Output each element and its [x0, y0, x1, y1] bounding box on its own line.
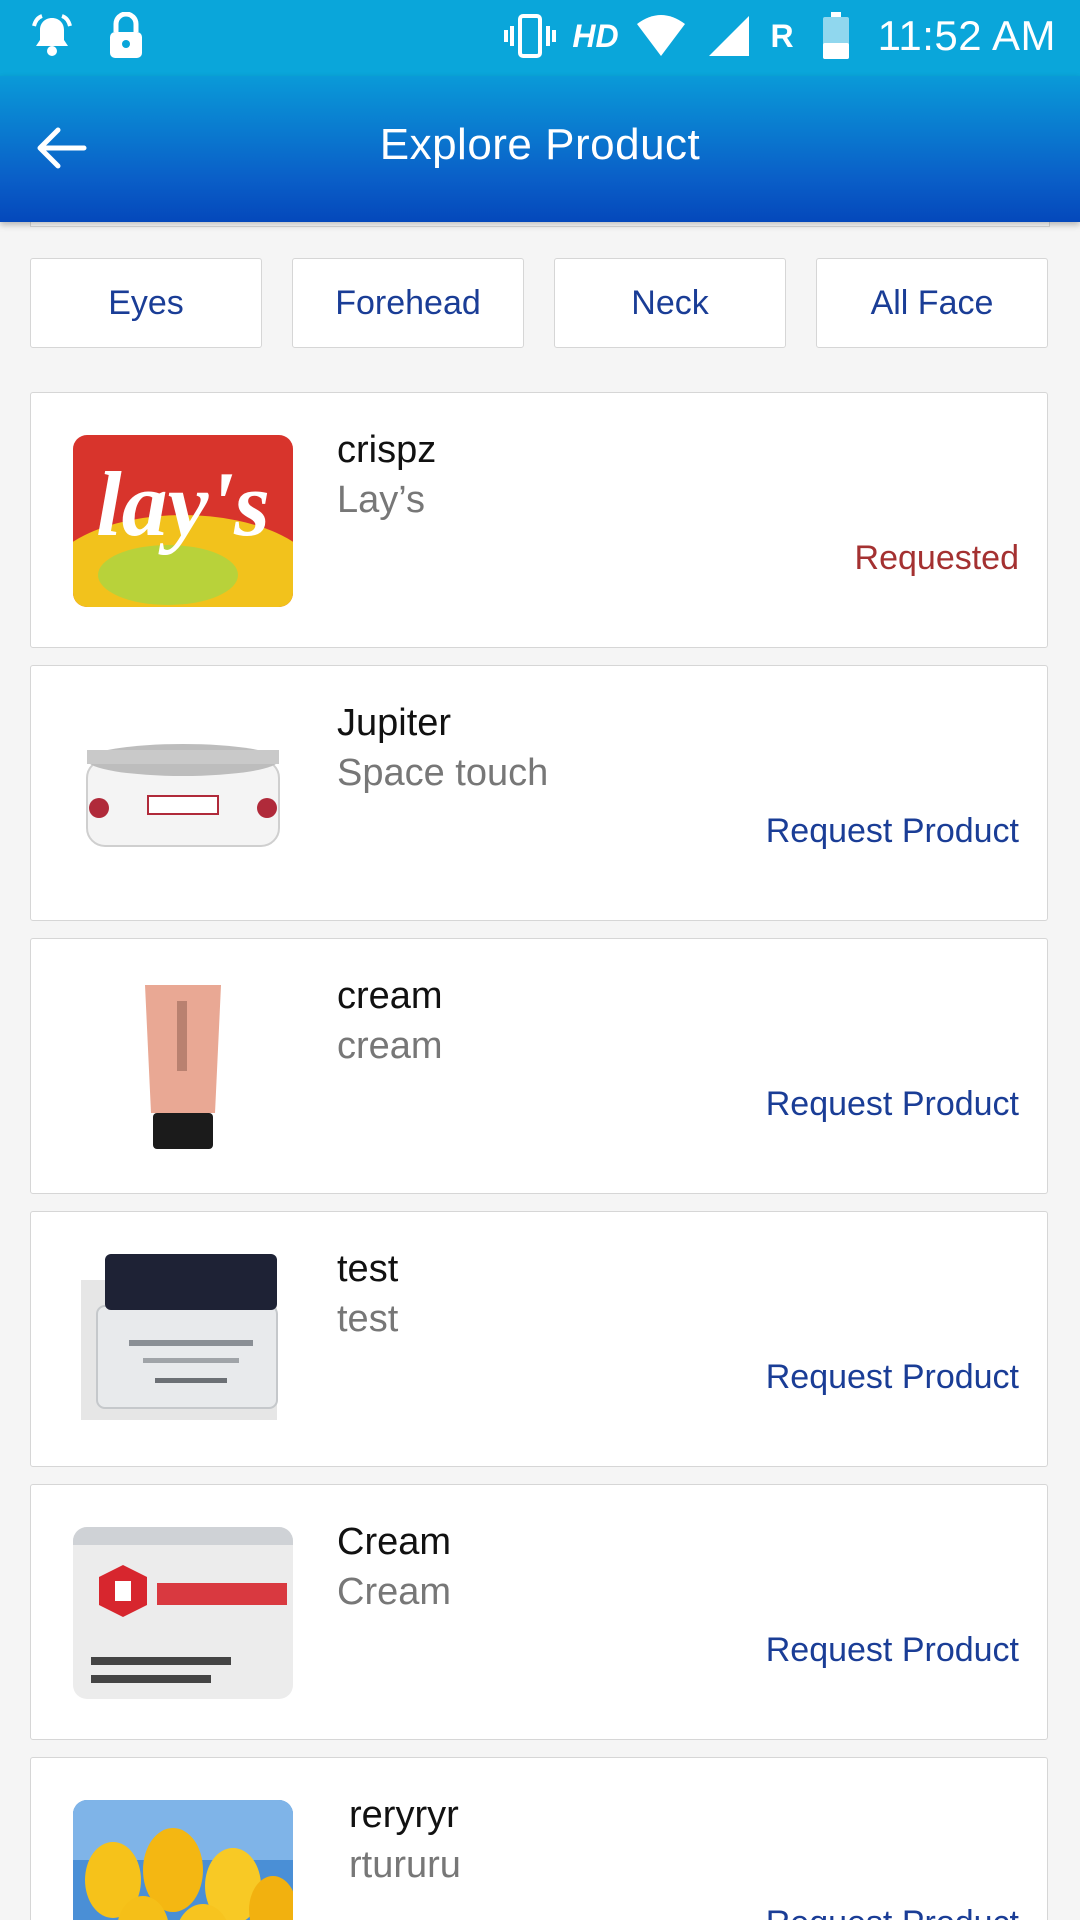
alarm-icon [26, 10, 78, 62]
roaming-label: R [770, 17, 794, 54]
product-name: test [337, 1248, 399, 1290]
router-box-thumbnail [73, 1527, 293, 1699]
signal-icon [703, 10, 755, 62]
filter-all-face[interactable]: All Face [816, 258, 1048, 348]
requested-status: Requested [854, 539, 1019, 577]
page-title: Explore Product [379, 120, 701, 169]
product-list-area[interactable]: Eyes Forehead Neck All Face lay's crispz… [0, 222, 1080, 1920]
wifi-icon [635, 10, 687, 62]
product-card[interactable]: cream cream Request Product [30, 938, 1048, 1194]
clock: 11:52 AM [877, 12, 1056, 59]
product-card[interactable]: lay's crispz Lay’s Requested [30, 392, 1048, 648]
previous-card-edge [30, 222, 1050, 227]
product-name: Jupiter [337, 702, 452, 744]
cream-tube-thumbnail [73, 981, 293, 1153]
product-brand: Cream [337, 1571, 452, 1613]
product-name: crispz [337, 429, 437, 471]
product-brand: cream [337, 1025, 443, 1067]
request-product-button[interactable]: Request Product [766, 1631, 1019, 1670]
product-brand: Space touch [337, 752, 549, 794]
product-brand: Lay’s [337, 479, 426, 521]
request-product-button[interactable]: Request Product [766, 812, 1019, 851]
filter-forehead[interactable]: Forehead [292, 258, 524, 348]
svg-text:lay's: lay's [96, 453, 270, 555]
tulips-thumbnail [73, 1800, 293, 1920]
request-product-button[interactable]: Request Product [766, 1085, 1019, 1124]
app-bar: Explore Product [0, 76, 1080, 222]
product-card[interactable]: reryryr rtururu Request Product [30, 1757, 1048, 1920]
filter-chips: Eyes Forehead Neck All Face [30, 258, 1048, 348]
lays-chips-thumbnail: lay's [73, 435, 293, 607]
product-card[interactable]: Cream Cream Request Product [30, 1484, 1048, 1740]
filter-neck[interactable]: Neck [554, 258, 786, 348]
request-product-button[interactable]: Request Product [766, 1358, 1019, 1397]
cream-jar-thumbnail [73, 708, 293, 880]
product-name: cream [337, 975, 443, 1017]
hd-label: HD [572, 17, 619, 54]
battery-icon [810, 10, 862, 62]
request-product-button[interactable]: Request Product [766, 1904, 1019, 1920]
product-name: reryryr [349, 1794, 459, 1836]
product-name: Cream [337, 1521, 452, 1563]
product-brand: rtururu [349, 1844, 461, 1886]
eye-cream-jar-thumbnail [73, 1254, 293, 1426]
product-card[interactable]: test test Request Product [30, 1211, 1048, 1467]
filter-eyes[interactable]: Eyes [30, 258, 262, 348]
status-bar: HD R 11:52 AM [0, 0, 1080, 76]
vibrate-icon [504, 10, 557, 62]
lock-icon [100, 10, 152, 62]
product-brand: test [337, 1298, 399, 1340]
product-card[interactable]: Jupiter Space touch Request Product [30, 665, 1048, 921]
